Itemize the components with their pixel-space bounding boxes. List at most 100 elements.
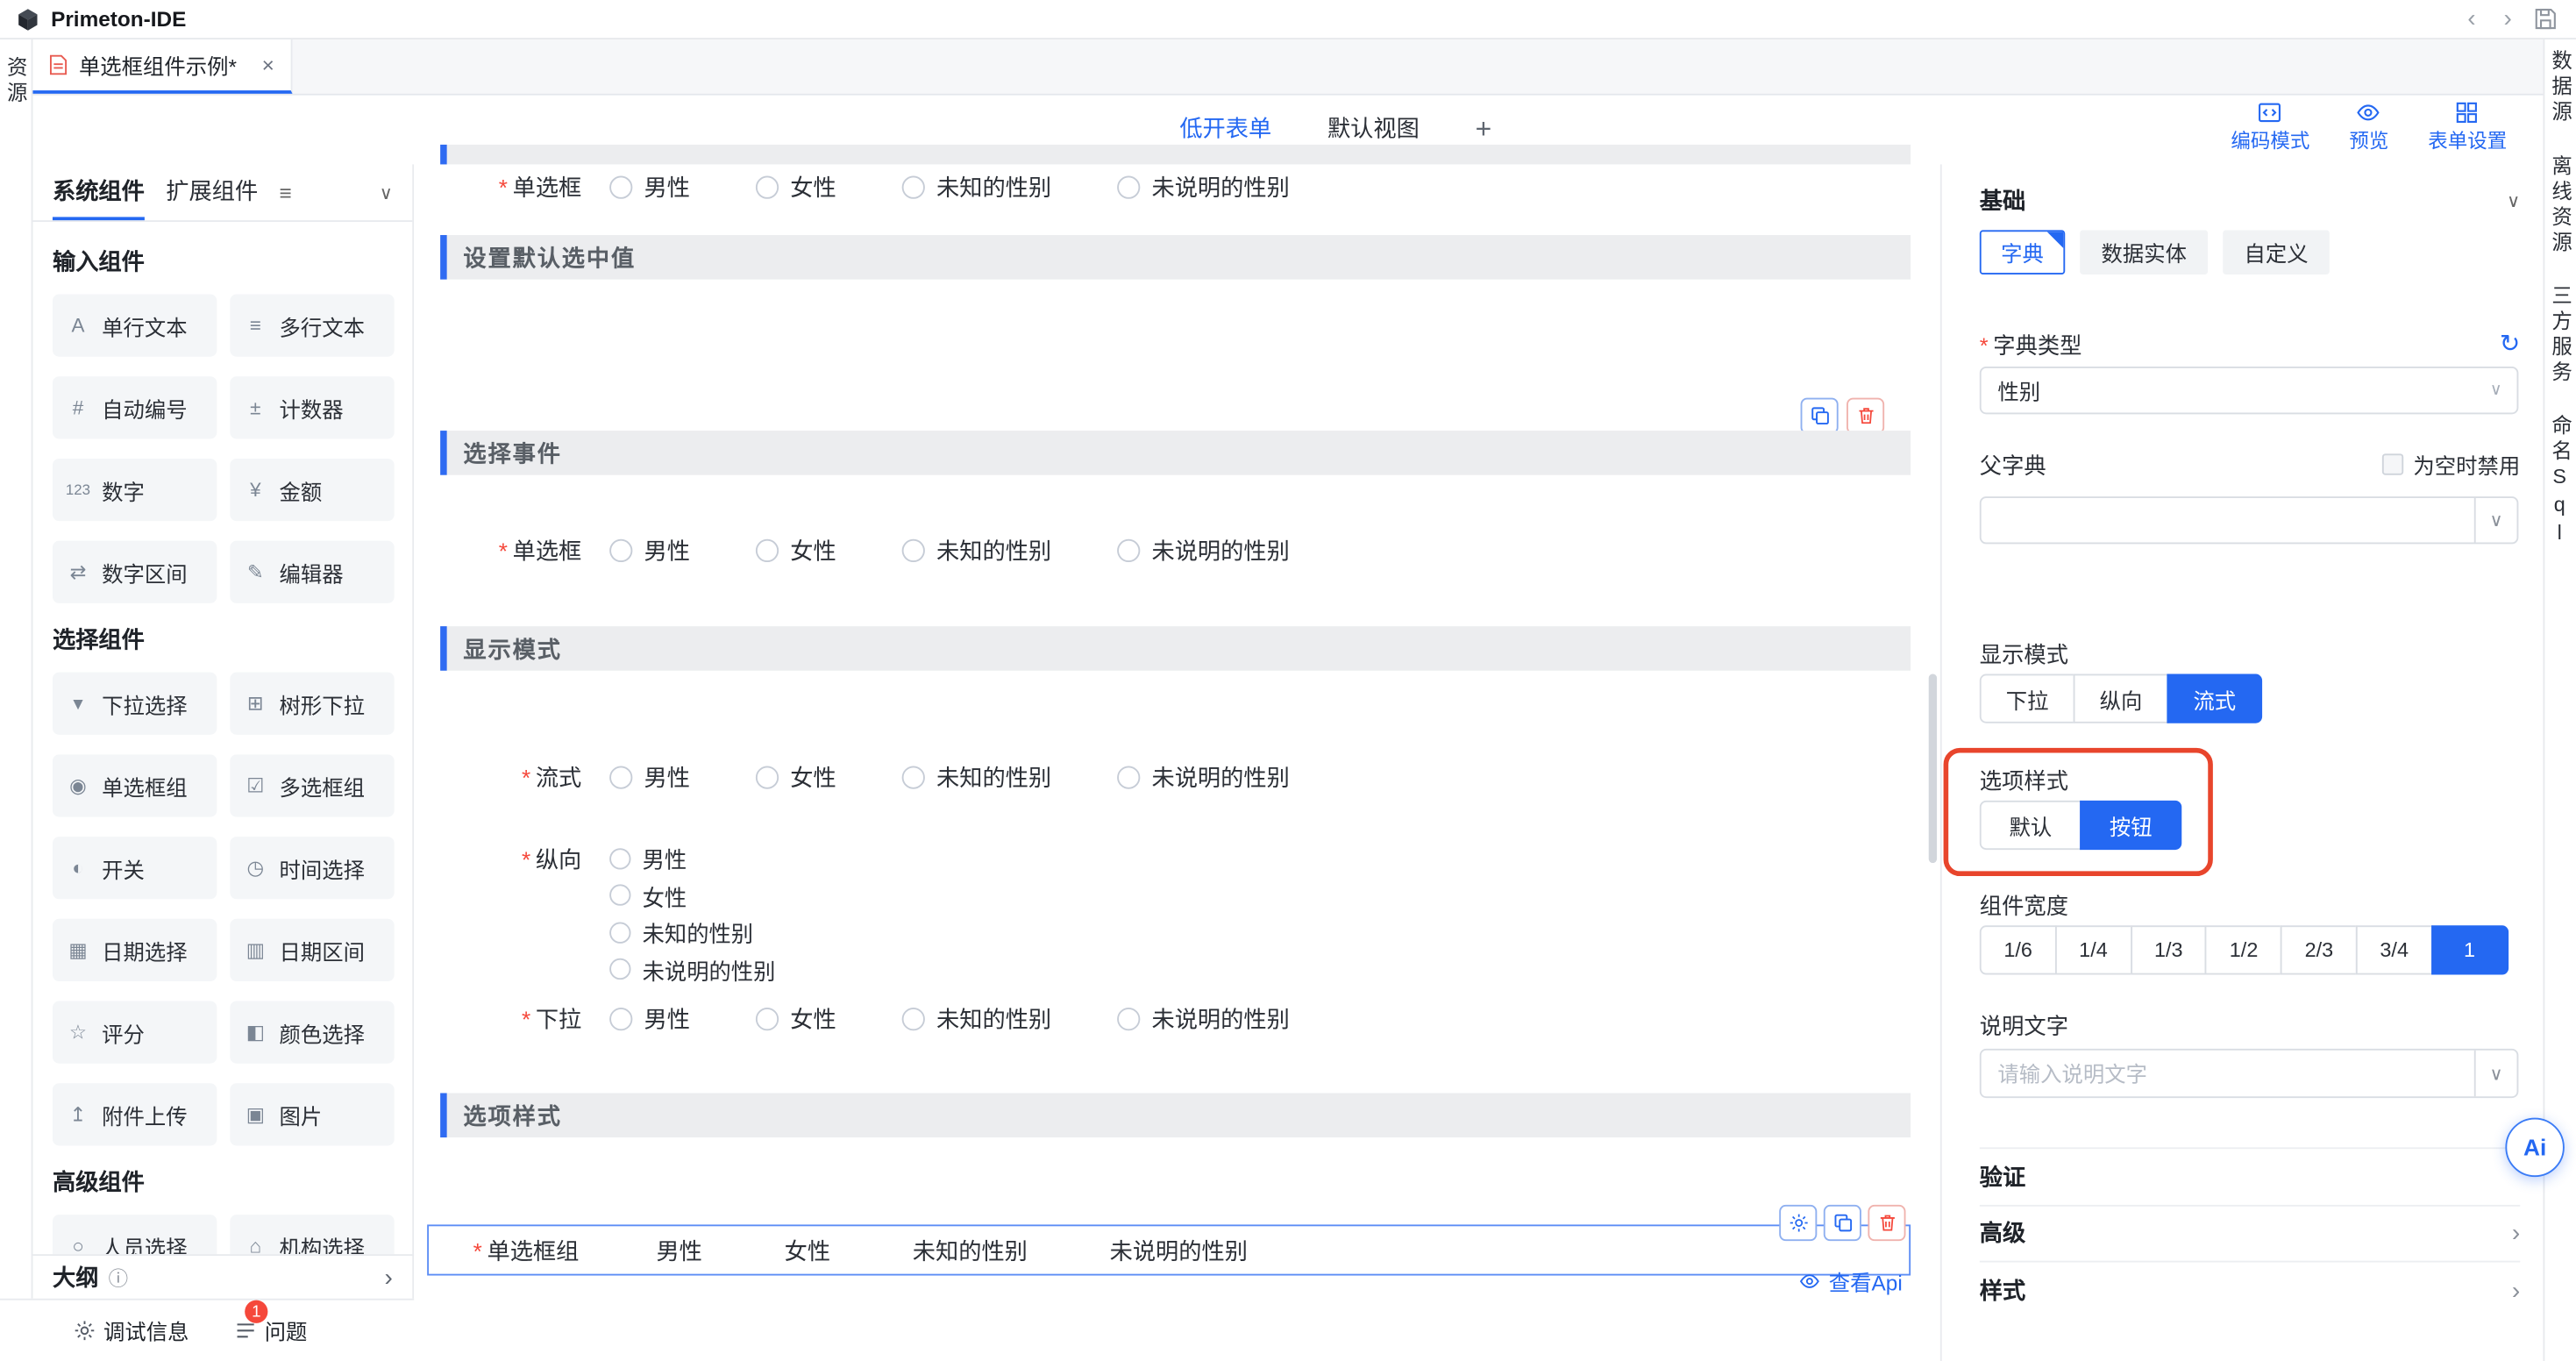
component-number[interactable]: 123数字 <box>53 459 217 521</box>
component-rating[interactable]: ☆评分 <box>53 1001 217 1064</box>
outline-bar[interactable]: 大纲 ⓘ › <box>32 1254 414 1299</box>
width-1-2-button[interactable]: 1/2 <box>2205 925 2282 974</box>
radio-option[interactable]: 未知的性别 <box>902 761 1052 794</box>
panel-collapse-icon[interactable]: ∨ <box>380 182 393 203</box>
section-validate[interactable]: 验证 <box>1980 1160 2520 1193</box>
component-time-picker[interactable]: ◷时间选择 <box>230 837 394 899</box>
radio-option[interactable]: 女性 <box>609 879 775 911</box>
outline-expand-icon[interactable]: › <box>384 1263 392 1291</box>
radio-icon[interactable] <box>902 539 925 562</box>
mode-dropdown-button[interactable]: 下拉 <box>1980 674 2075 723</box>
close-icon[interactable]: × <box>262 53 274 77</box>
component-date-picker[interactable]: ▦日期选择 <box>53 919 217 981</box>
radio-option[interactable]: 男性 <box>609 534 690 566</box>
tab-system-components[interactable]: 系统组件 <box>53 164 145 220</box>
tab-data-entity[interactable]: 数据实体 <box>2080 230 2208 274</box>
radio-option[interactable]: 未知的性别 <box>902 534 1052 566</box>
radio-icon[interactable] <box>1117 539 1140 562</box>
radio-option[interactable]: 未知的性别 <box>902 171 1052 203</box>
component-person-select[interactable]: ○人员选择 <box>53 1215 217 1254</box>
mode-flow-button[interactable]: 流式 <box>2167 674 2262 723</box>
form-settings-button[interactable]: 表单设置 <box>2428 100 2507 154</box>
radio-icon[interactable] <box>609 922 630 943</box>
radio-option[interactable]: 女性 <box>756 534 836 566</box>
component-org-select[interactable]: ⌂机构选择 <box>230 1215 394 1254</box>
radio-option[interactable]: 女性 <box>756 171 836 203</box>
debug-info-button[interactable]: 调试信息 <box>74 1315 189 1347</box>
view-api-link[interactable]: 查看Api <box>1799 1265 1903 1297</box>
radio-option[interactable]: 未说明的性别 <box>1117 1002 1290 1035</box>
rail-item-named-sql[interactable]: 命名Sql <box>2544 413 2576 548</box>
copy-button[interactable] <box>1824 1205 1861 1241</box>
radio-option[interactable]: 女性 <box>756 761 836 794</box>
option-button[interactable]: 未知的性别 <box>913 1234 1028 1266</box>
radio-icon[interactable] <box>609 539 632 562</box>
section-style[interactable]: 样式 › <box>1980 1274 2520 1307</box>
radio-icon[interactable] <box>902 766 925 788</box>
style-button-button[interactable]: 按钮 <box>2080 801 2181 850</box>
width-1-4-button[interactable]: 1/4 <box>2055 925 2132 974</box>
component-radio-group[interactable]: ◉单选框组 <box>53 754 217 816</box>
radio-icon[interactable] <box>902 1008 925 1030</box>
component-switch[interactable]: ◐开关 <box>53 837 217 899</box>
ai-assistant-button[interactable]: Ai <box>2505 1118 2564 1177</box>
radio-icon[interactable] <box>609 1008 632 1030</box>
radio-icon[interactable] <box>902 176 925 199</box>
radio-option[interactable]: 男性 <box>609 1002 690 1035</box>
width-1-3-button[interactable]: 1/3 <box>2130 925 2207 974</box>
component-auto-number[interactable]: #自动编号 <box>53 376 217 438</box>
chevron-down-icon[interactable]: ∨ <box>2474 498 2517 543</box>
component-editor[interactable]: ✎编辑器 <box>230 541 394 603</box>
delete-button[interactable] <box>1847 398 1884 434</box>
component-multi-line-text[interactable]: ≡多行文本 <box>230 295 394 357</box>
radio-icon[interactable] <box>609 847 630 868</box>
rail-item-third-party-services[interactable]: 三方服务 <box>2544 283 2576 385</box>
description-input[interactable] <box>1982 1051 2474 1096</box>
tab-custom[interactable]: 自定义 <box>2223 230 2330 274</box>
component-single-line-text[interactable]: A单行文本 <box>53 295 217 357</box>
radio-option[interactable]: 未知的性别 <box>609 916 775 948</box>
selected-radio-group-component[interactable]: *单选框组 男性 女性 未知的性别 未说明的性别 <box>427 1224 1911 1275</box>
component-money[interactable]: ¥金额 <box>230 459 394 521</box>
width-2-3-button[interactable]: 2/3 <box>2281 925 2358 974</box>
rail-item-offline-resources[interactable]: 离线资源 <box>2544 153 2576 255</box>
preview-button[interactable]: 预览 <box>2349 100 2388 154</box>
doc-tab-radio-example[interactable]: 单选框组件示例* × <box>32 39 292 94</box>
rail-item-resources[interactable]: 资源 <box>0 56 32 1299</box>
radio-icon[interactable] <box>609 176 632 199</box>
component-image[interactable]: ▣图片 <box>230 1083 394 1145</box>
chevron-down-icon[interactable]: ∨ <box>2474 1051 2517 1096</box>
radio-icon[interactable] <box>609 766 632 788</box>
component-checkbox-group[interactable]: ☑多选框组 <box>230 754 394 816</box>
settings-gear-button[interactable] <box>1779 1205 1817 1241</box>
radio-option[interactable]: 男性 <box>609 842 775 874</box>
radio-icon[interactable] <box>609 958 630 980</box>
tab-extended-components[interactable]: 扩展组件 <box>166 164 258 220</box>
delete-button[interactable] <box>1868 1205 1905 1241</box>
radio-icon[interactable] <box>1117 176 1140 199</box>
option-button[interactable]: 女性 <box>785 1234 830 1266</box>
dict-type-select[interactable]: 性别 ∨ <box>1980 367 2519 414</box>
option-button[interactable]: 未说明的性别 <box>1110 1234 1248 1266</box>
radio-option[interactable]: 未说明的性别 <box>1117 171 1290 203</box>
radio-option[interactable]: 未说明的性别 <box>1117 761 1290 794</box>
radio-icon[interactable] <box>609 884 630 905</box>
tab-dictionary[interactable]: 字典 <box>1980 230 2065 274</box>
component-attachment-upload[interactable]: ↥附件上传 <box>53 1083 217 1145</box>
radio-option[interactable]: 未说明的性别 <box>1117 534 1290 566</box>
component-color-picker[interactable]: ◧颜色选择 <box>230 1001 394 1064</box>
save-icon[interactable] <box>2531 5 2559 33</box>
radio-icon[interactable] <box>756 539 779 562</box>
radio-icon[interactable] <box>1117 766 1140 788</box>
panel-menu-icon[interactable]: ≡ <box>280 180 292 204</box>
component-dropdown-select[interactable]: ▾下拉选择 <box>53 673 217 735</box>
collapse-icon[interactable]: ∨ <box>2507 189 2520 210</box>
code-mode-button[interactable]: 编码模式 <box>2231 100 2309 154</box>
problems-button[interactable]: 1 问题 <box>235 1315 307 1347</box>
add-view-icon[interactable]: + <box>1476 113 1492 146</box>
inspector-header[interactable]: 基础 ∨ <box>1980 184 2520 217</box>
radio-icon[interactable] <box>756 176 779 199</box>
option-button[interactable]: 男性 <box>656 1234 701 1266</box>
nav-forward-icon[interactable]: › <box>2495 6 2520 31</box>
component-date-range[interactable]: ▥日期区间 <box>230 919 394 981</box>
